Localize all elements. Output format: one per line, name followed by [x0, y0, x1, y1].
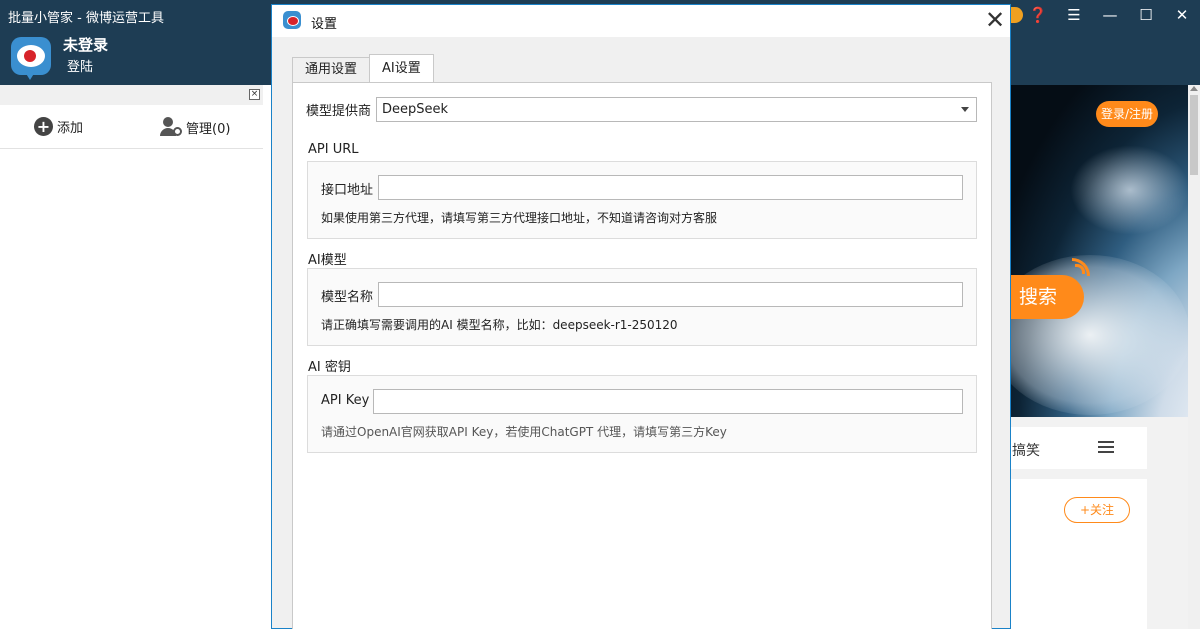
provider-label: 模型提供商 — [306, 104, 372, 119]
panel-close-icon[interactable]: × — [249, 89, 260, 100]
browser-content: 登录/注册 搜索 搞笑 +关注 — [1010, 85, 1200, 629]
add-label: 添加 — [57, 121, 84, 136]
dialog-close-icon[interactable]: ✕ — [982, 7, 1008, 35]
tab-ai-settings[interactable]: AI设置 — [369, 54, 434, 82]
user-name: 未登录 — [63, 36, 109, 54]
maximize-icon[interactable]: ☐ — [1128, 0, 1164, 30]
provider-value: DeepSeek — [382, 102, 449, 117]
dialog-titlebar: 设置 ✕ — [272, 5, 1010, 37]
api-url-hint: 如果使用第三方代理，请填写第三方代理接口地址，不知道请咨询对方客服 — [321, 211, 718, 225]
manage-label: 管理(0) — [186, 121, 231, 137]
api-url-label: 接口地址 — [321, 183, 374, 198]
weibo-logo-icon — [17, 45, 45, 67]
minimize-icon[interactable]: — — [1092, 0, 1128, 30]
close-icon[interactable]: ✕ — [1164, 0, 1200, 30]
account-actions: + 添加 管理(0) — [0, 105, 263, 149]
app-logo-icon — [283, 11, 301, 29]
category-bar: 搞笑 — [1010, 427, 1147, 469]
api-key-input[interactable] — [373, 389, 963, 414]
list-icon[interactable] — [1098, 441, 1114, 453]
ai-model-group: 模型名称 请正确填写需要调用的AI 模型名称，比如：deepseek-r1-25… — [307, 268, 977, 346]
provider-select[interactable]: DeepSeek — [376, 97, 977, 122]
model-name-input[interactable] — [378, 282, 963, 307]
window-controls: ⇧ ❓ ☰ — ☐ ✕ — [984, 0, 1200, 30]
scrollbar[interactable] — [1188, 85, 1200, 629]
manage-accounts-button[interactable]: 管理(0) — [160, 117, 230, 137]
api-url-group: 接口地址 如果使用第三方代理，请填写第三方代理接口地址，不知道请咨询对方客服 — [307, 161, 977, 239]
category-funny[interactable]: 搞笑 — [1012, 440, 1040, 460]
tab-general-settings[interactable]: 通用设置 — [292, 57, 371, 82]
api-key-hint: 请通过OpenAI官网获取API Key，若使用ChatGPT 代理，请填写第三… — [321, 425, 727, 439]
earth-cloud — [1070, 145, 1188, 235]
scroll-up-icon[interactable] — [1190, 86, 1198, 91]
api-key-group: API Key 请通过OpenAI官网获取API Key，若使用ChatGPT … — [307, 375, 977, 453]
settings-dialog: 设置 ✕ 通用设置 AI设置 模型提供商 DeepSeek API URL 接口… — [271, 4, 1011, 629]
avatar[interactable] — [11, 37, 51, 75]
feed-card: +关注 — [1010, 479, 1147, 629]
add-account-button[interactable]: + 添加 — [34, 117, 83, 136]
api-key-section-title: AI 密钥 — [308, 360, 351, 375]
api-url-section-title: API URL — [308, 142, 359, 157]
search-button[interactable]: 搜索 — [1010, 275, 1084, 319]
model-name-label: 模型名称 — [321, 290, 374, 305]
api-url-input[interactable] — [378, 175, 963, 200]
user-gear-icon — [160, 117, 182, 137]
ai-model-section-title: AI模型 — [308, 253, 347, 268]
chevron-down-icon — [961, 107, 969, 112]
ai-settings-page: 模型提供商 DeepSeek API URL 接口地址 如果使用第三方代理，请填… — [292, 82, 992, 629]
provider-row: 模型提供商 DeepSeek — [306, 97, 977, 122]
menu-icon[interactable]: ☰ — [1056, 0, 1092, 30]
login-register-button[interactable]: 登录/注册 — [1096, 101, 1158, 127]
model-name-hint: 请正确填写需要调用的AI 模型名称，比如：deepseek-r1-250120 — [321, 318, 678, 332]
help-icon[interactable]: ❓ — [1020, 0, 1056, 30]
scroll-thumb[interactable] — [1190, 95, 1198, 175]
api-key-label: API Key — [321, 393, 370, 408]
hero-banner: 登录/注册 搜索 — [1010, 85, 1188, 417]
account-panel: × + 添加 管理(0) — [0, 85, 263, 629]
dialog-title: 设置 — [311, 17, 338, 32]
settings-tabs: 通用设置 AI设置 — [292, 54, 434, 82]
app-title: 批量小管家 - 微博运营工具 — [8, 11, 164, 26]
panel-strip — [0, 85, 263, 105]
plus-icon: + — [34, 117, 53, 136]
follow-button[interactable]: +关注 — [1064, 497, 1130, 523]
login-link[interactable]: 登陆 — [67, 56, 93, 75]
